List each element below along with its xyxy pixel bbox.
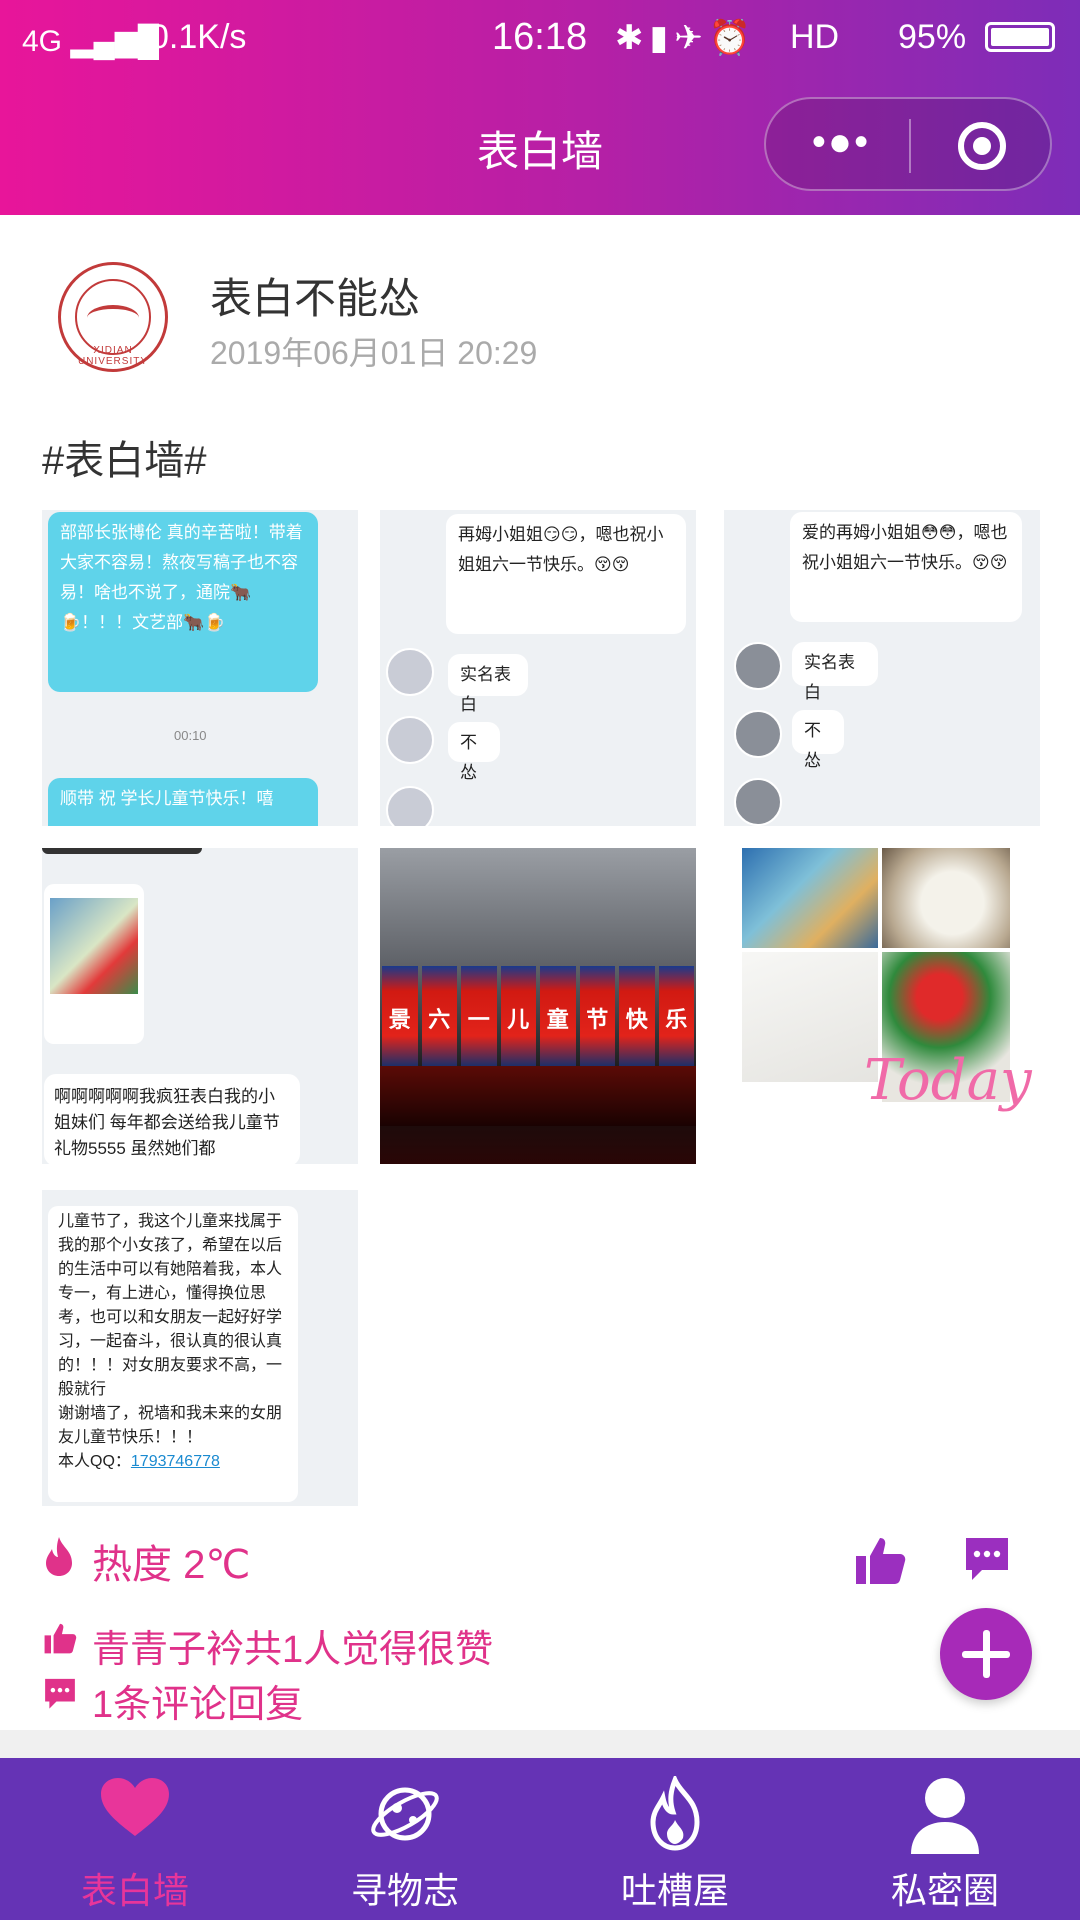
tab-label: 寻物志 (350, 1870, 459, 1911)
network-label: 4G (22, 25, 63, 58)
hd-indicator: HD (790, 18, 840, 56)
comment-icon (45, 1678, 75, 1709)
sticker-card (44, 884, 144, 1044)
chat-bubble: 不怂 (792, 710, 844, 770)
chat-timestamp: 00:10 (174, 728, 207, 743)
tab-label: 吐槽屋 (620, 1870, 729, 1911)
battery-percent: 95% (898, 18, 967, 56)
person-icon (911, 1778, 979, 1854)
like-button[interactable] (852, 1532, 908, 1588)
can: 六 (421, 966, 457, 1066)
emblem-wing (87, 305, 139, 331)
post-timestamp: 2019年06月01日 20:29 (210, 335, 538, 371)
chat-bubble: 部部长张博伦 真的辛苦啦！带着大家不容易！熬夜写稿子也不容易！啥也不说了，通院🐂… (48, 512, 318, 692)
chat-note: 儿童节了，我这个儿童来找属于我的那个小女孩了，希望在以后的生活中可以有她陪着我，… (48, 1206, 298, 1502)
app-header: 4G ▂▄▆█ 0.1K/s 16:18 ✱▮✈⏰ HD 95% 表白墙 •●• (0, 0, 1080, 215)
note-text: 儿童节了，我这个儿童来找属于我的那个小女孩了，希望在以后的生活中可以有她陪着我，… (58, 1213, 283, 1446)
table-reflection (380, 1066, 696, 1126)
avatar[interactable]: XIDIAN UNIVERSITY (58, 262, 168, 372)
qq-link[interactable]: 1793746778 (131, 1453, 220, 1470)
chat-bubble: 不怂 (448, 722, 500, 782)
chat-avatar (386, 648, 434, 696)
system-icons: ✱▮✈⏰ (615, 19, 758, 57)
chat-bubble: 顺带 祝 学长儿童节快乐！嘻 (48, 778, 318, 826)
add-post-button[interactable] (940, 1608, 1032, 1700)
clock: 16:18 (492, 16, 588, 58)
chat-avatar (734, 710, 782, 758)
can: 节 (579, 966, 615, 1066)
chat-bubble: 爱的再姆小姐姐😳😳，嗯也祝小姐姐六一节快乐。😚😚 (790, 512, 1022, 622)
battery-icon (985, 22, 1055, 52)
collage-thumbnail (50, 898, 138, 994)
tab-private-circle[interactable]: 私密圈 (810, 1758, 1080, 1920)
post-image-4[interactable]: 啊啊啊啊啊我疯狂表白我的小姐妹们 每年都会送给我儿童节礼物5555 虽然她们都 (42, 848, 358, 1164)
heart-icon (101, 1778, 169, 1836)
chat-avatar (386, 716, 434, 764)
can: 景 (382, 966, 418, 1066)
post-image-7[interactable]: 儿童节了，我这个儿童来找属于我的那个小女孩了，希望在以后的生活中可以有她陪着我，… (42, 1190, 358, 1506)
chat-bubble: 啊啊啊啊啊我疯狂表白我的小姐妹们 每年都会送给我儿童节礼物5555 虽然她们都 (44, 1074, 300, 1164)
tab-confession-wall[interactable]: 表白墙 (0, 1758, 270, 1920)
can: 儿 (500, 966, 536, 1066)
chat-bubble: 实名表白 (792, 642, 878, 702)
status-bar: 4G ▂▄▆█ 0.1K/s 16:18 ✱▮✈⏰ HD 95% (0, 0, 1080, 80)
can: 快 (619, 966, 655, 1066)
likes-summary[interactable]: 青青子衿共1人觉得很赞 (92, 1618, 493, 1673)
chat-bubble: 实名表白 (448, 654, 528, 714)
heat-label: 热度 2℃ (92, 1543, 251, 1587)
capsule-divider (909, 119, 911, 173)
photo-plush (882, 848, 1010, 948)
qq-line: 本人QQ：1793746778 (58, 1450, 288, 1474)
section-divider (0, 1730, 1080, 1758)
qq-label: 本人QQ： (58, 1453, 131, 1470)
tab-label: 表白墙 (80, 1870, 189, 1911)
chat-bubble: 再姆小姐姐😏😏，嗯也祝小姐姐六一节快乐。😚😚 (446, 514, 686, 634)
post-image-1[interactable]: 部部长张博伦 真的辛苦啦！带着大家不容易！熬夜写稿子也不容易！啥也不说了，通院🐂… (42, 510, 358, 826)
fire-icon (46, 1537, 72, 1576)
tab-lost-found[interactable]: 寻物志 (270, 1758, 540, 1920)
post-hashtag[interactable]: #表白墙# (42, 428, 207, 486)
post-image-6[interactable]: Today (724, 848, 1040, 1164)
post-image-2[interactable]: 再姆小姐姐😏😏，嗯也祝小姐姐六一节快乐。😚😚 实名表白 不怂 (380, 510, 696, 826)
like-icon (44, 1623, 77, 1654)
chat-avatar (734, 642, 782, 690)
chat-avatar (734, 778, 782, 826)
can: 童 (540, 966, 576, 1066)
can-row: 景 六 一 儿 童 节 快 乐 (380, 966, 696, 1066)
can: 一 (461, 966, 497, 1066)
flame-icon (650, 1776, 700, 1851)
tab-label: 私密圈 (890, 1870, 999, 1911)
tab-rant-room[interactable]: 吐槽屋 (540, 1758, 810, 1920)
network-speed: 0.1K/s (150, 18, 247, 56)
planet-icon (371, 1787, 439, 1841)
bottom-tab-bar: 表白墙 寻物志 吐槽屋 私密圈 (0, 1758, 1080, 1920)
miniprogram-capsule: •●• (764, 97, 1052, 191)
emblem-text: XIDIAN UNIVERSITY (77, 345, 148, 367)
close-miniprogram-button[interactable] (958, 122, 1006, 170)
image-edge (42, 848, 202, 854)
can: 乐 (658, 966, 694, 1066)
signal-indicator: 4G ▂▄▆█ (22, 25, 160, 58)
post-author[interactable]: 表白不能怂 (210, 265, 420, 326)
photo-toys (742, 848, 878, 948)
handwritten-today: Today (864, 1048, 1032, 1113)
more-menu-button[interactable]: •●• (806, 117, 876, 173)
post-image-3[interactable]: 爱的再姆小姐姐😳😳，嗯也祝小姐姐六一节快乐。😚😚 实名表白 不怂 (724, 510, 1040, 826)
comments-summary[interactable]: 1条评论回复 (92, 1673, 303, 1728)
post-image-5[interactable]: 景 六 一 儿 童 节 快 乐 (380, 848, 696, 1164)
chat-avatar (386, 786, 434, 826)
photo-tshirt (742, 952, 878, 1082)
comment-button[interactable] (962, 1534, 1012, 1582)
